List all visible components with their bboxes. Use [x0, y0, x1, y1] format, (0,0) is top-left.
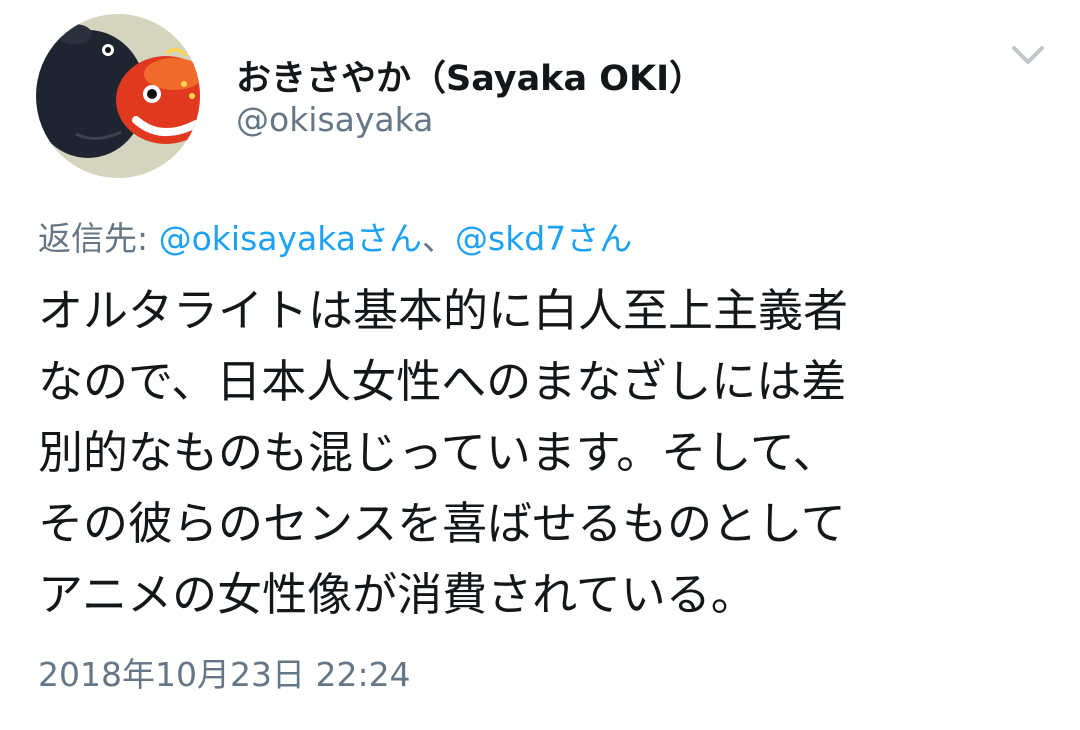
tweet-text-line: その彼らのセンスを喜ばせるものとして: [38, 497, 846, 550]
tweet-menu-button[interactable]: [1008, 40, 1048, 70]
tweet-text-line: 別的なものも混じっています。そして、: [38, 426, 838, 479]
reply-mention-okisayaka[interactable]: @okisayakaさん: [159, 219, 422, 258]
tweet-text: オルタライトは基本的に白人至上主義者 なので、日本人女性へのまなざしには差 別的…: [38, 275, 1048, 630]
tweet-text-line: オルタライトは基本的に白人至上主義者: [38, 284, 849, 337]
reply-context: 返信先: @okisayakaさん、@skd7さん: [38, 212, 632, 260]
tweet-text-line: なので、日本人女性へのまなざしには差: [38, 355, 847, 408]
author-avatar[interactable]: [36, 14, 200, 178]
author-display-name[interactable]: おきさやか（Sayaka OKI）: [236, 50, 704, 101]
reply-mention-skd7[interactable]: @skd7さん: [455, 219, 632, 258]
chevron-down-icon: [1012, 46, 1044, 64]
tweet-card: おきさやか（Sayaka OKI） @okisayaka 返信先: @okisa…: [0, 0, 1080, 730]
author-handle[interactable]: @okisayaka: [236, 100, 433, 139]
reply-separator: 、: [422, 219, 455, 258]
plush-toys-avatar-icon: [36, 14, 200, 178]
tweet-text-line: アニメの女性像が消費されている。: [38, 568, 756, 621]
reply-prefix: 返信先:: [38, 219, 159, 258]
tweet-timestamp[interactable]: 2018年10月23日 22:24: [38, 648, 411, 696]
